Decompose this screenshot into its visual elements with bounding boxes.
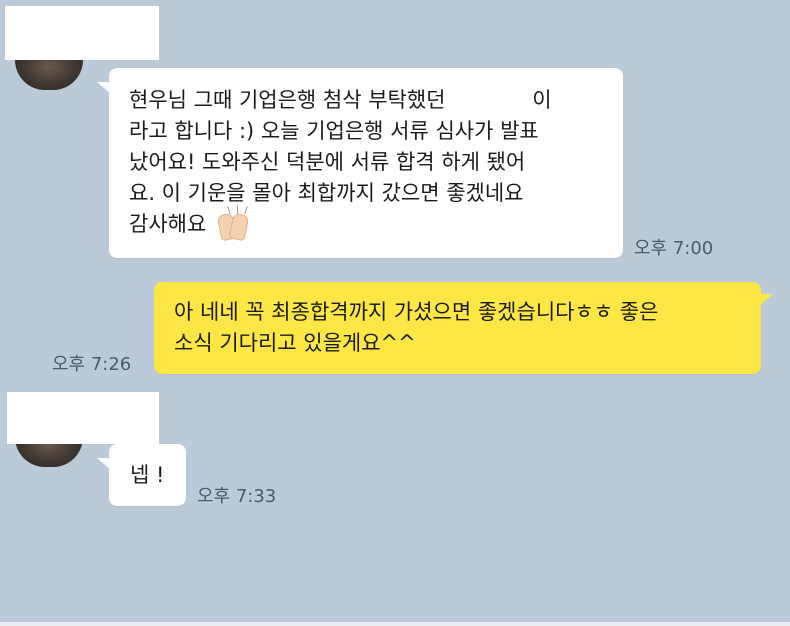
- raised-hands-icon: \ | /: [216, 206, 250, 242]
- message-line: 아 네네 꼭 최종합격까지 가셨으면 좋겠습니다ㅎㅎ 좋은: [174, 300, 659, 324]
- message-line: 현우님 그때 기업은행 첨삭 부탁했던 이: [129, 88, 552, 112]
- message-bubble-incoming[interactable]: 넵 !: [97, 444, 186, 506]
- chat-area: 현우님 그때 기업은행 첨삭 부탁했던 이 라고 합니다 :) 오늘 기업은행 …: [0, 0, 790, 626]
- message-timestamp: 오후 7:33: [197, 486, 277, 507]
- bottom-divider: [0, 622, 790, 626]
- redacted-sender-name: [5, 6, 159, 60]
- message-line: 라고 합니다 :) 오늘 기업은행 서류 심사가 발표: [129, 119, 539, 143]
- message-line: 났어요! 도와주신 덕분에 서류 합격 하게 됐어: [129, 150, 526, 174]
- message-line: 요. 이 기운을 몰아 최합까지 갔으면 좋겠네요: [129, 181, 524, 205]
- message-line: 감사해요 \ | /: [129, 206, 603, 242]
- message-bubble-incoming[interactable]: 현우님 그때 기업은행 첨삭 부탁했던 이 라고 합니다 :) 오늘 기업은행 …: [97, 68, 623, 258]
- message-line: 소식 기다리고 있을게요^^: [174, 331, 416, 355]
- message-line: 넵 !: [130, 463, 165, 487]
- message-timestamp: 오후 7:00: [634, 238, 714, 259]
- redacted-sender-name: [7, 392, 159, 444]
- message-timestamp: 오후 7:26: [52, 354, 132, 375]
- message-bubble-outgoing[interactable]: 아 네네 꼭 최종합격까지 가셨으면 좋겠습니다ㅎㅎ 좋은 소식 기다리고 있을…: [154, 282, 773, 374]
